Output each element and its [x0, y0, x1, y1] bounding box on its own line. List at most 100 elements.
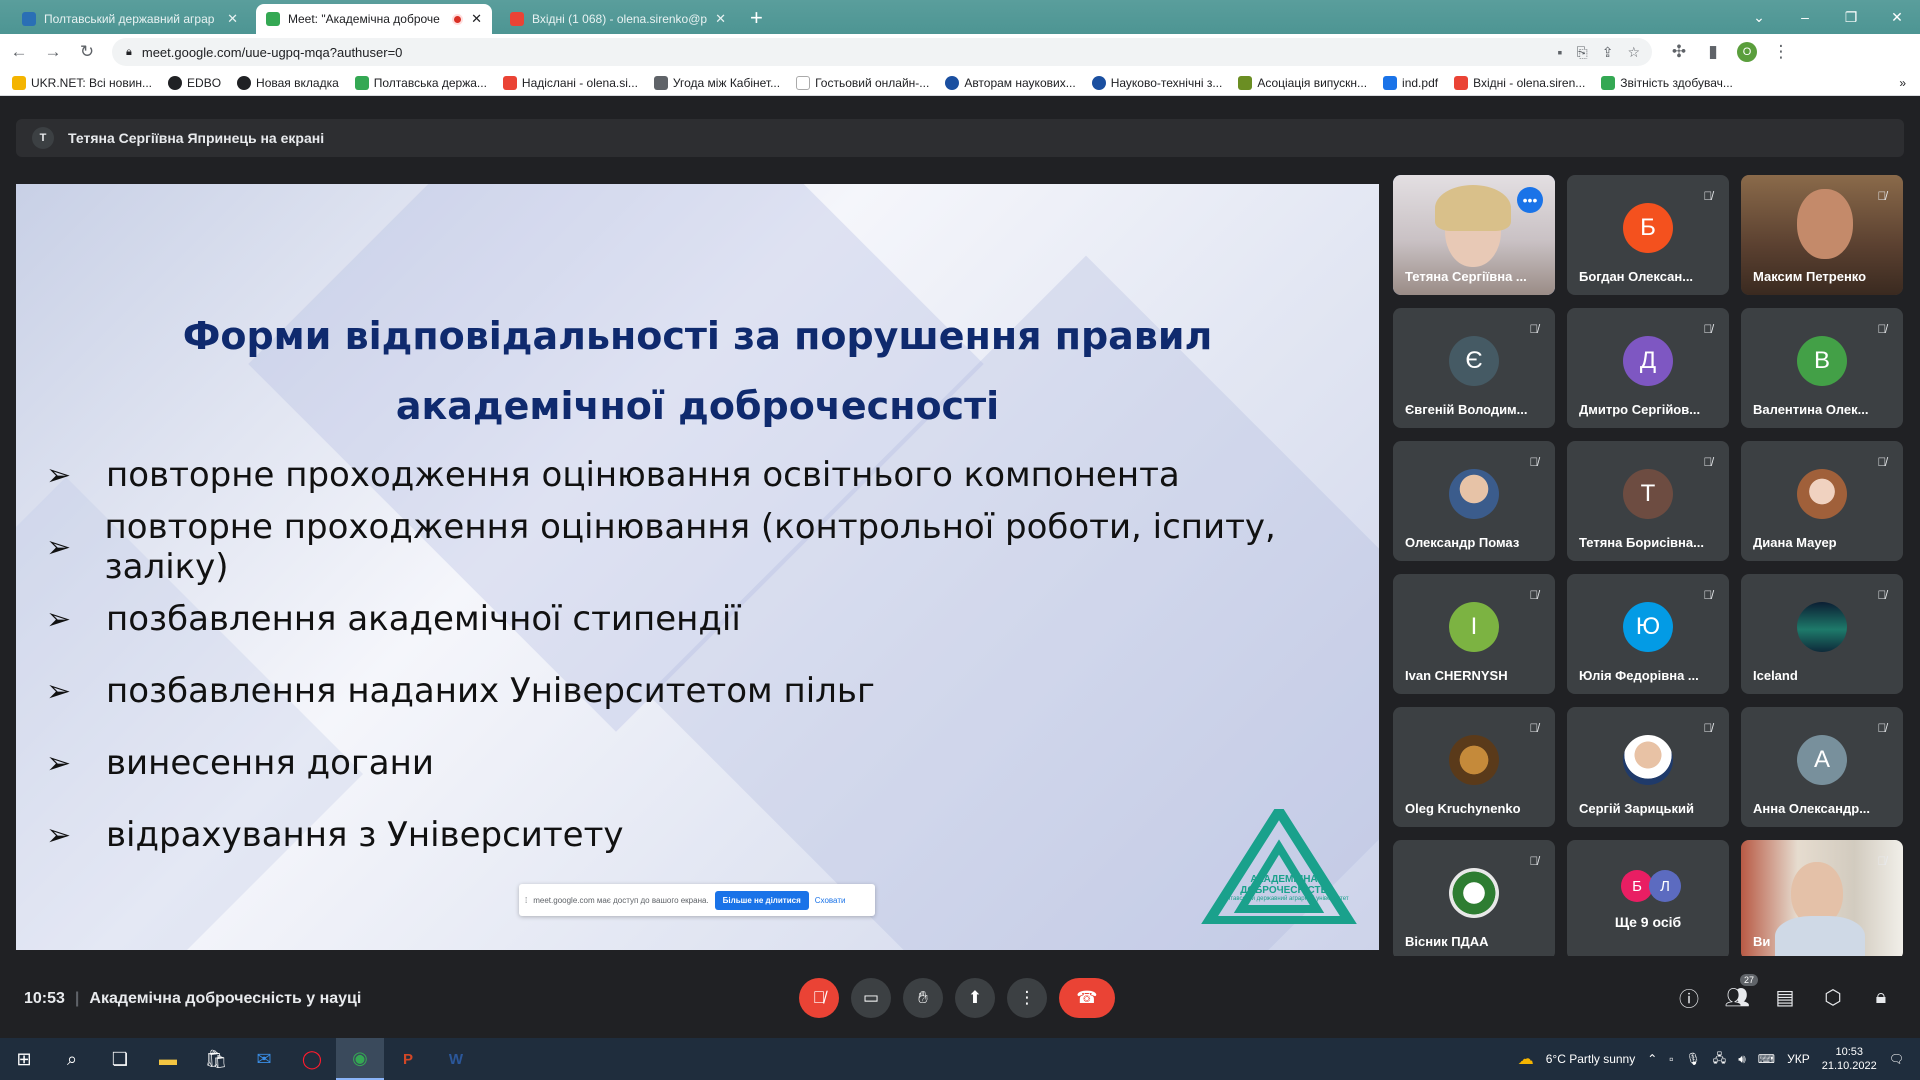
start-windows-icon[interactable]: ⊞ — [0, 1038, 48, 1080]
participant-name: Тетяна Борисівна... — [1579, 535, 1704, 550]
participant-tile[interactable]: 🎙̸ І Ivan CHERNYSH — [1393, 574, 1555, 694]
participant-tile[interactable]: 🎙̸ Iceland — [1741, 574, 1903, 694]
bookmark-item[interactable]: Гостьовий онлайн-... — [796, 75, 929, 90]
tab-meet[interactable]: Meet: "Академічна доброче ✕ — [256, 4, 492, 34]
word-icon[interactable]: W — [432, 1038, 480, 1080]
minimize-button[interactable]: – — [1782, 0, 1828, 34]
powerpoint-icon[interactable]: P — [384, 1038, 432, 1080]
reload-icon[interactable]: ↻ — [72, 37, 102, 67]
file-explorer-icon[interactable]: ▬ — [144, 1038, 192, 1080]
arrow-bullet-icon: ➢ — [46, 601, 72, 637]
url-bar[interactable]: 🔒︎ meet.google.com/uue-ugpq-mqa?authuser… — [112, 38, 1652, 66]
search-icon[interactable]: ⌕ — [48, 1038, 96, 1080]
new-tab-button[interactable]: + — [750, 4, 763, 34]
keyboard-icon[interactable]: ⌨ — [1758, 1052, 1775, 1066]
mic-off-icon: 🎙̸ — [1529, 322, 1539, 336]
participant-tile[interactable]: 🎙̸ Олександр Помаз — [1393, 441, 1555, 561]
translate-icon[interactable]: ⎘ — [1577, 44, 1588, 61]
participant-tile[interactable]: 🎙̸ Д Дмитро Сергійов... — [1567, 308, 1729, 428]
forward-icon[interactable]: → — [38, 37, 68, 67]
self-view-tile[interactable]: 🎙̸ Ви — [1741, 840, 1903, 960]
share-icon[interactable]: ⇪ — [1602, 44, 1614, 61]
divider: | — [74, 990, 80, 1007]
mail-icon[interactable]: ✉ — [240, 1038, 288, 1080]
bookmark-item[interactable]: Надіслані - olena.si... — [502, 75, 638, 90]
participant-tile[interactable]: 🎙̸ Б Богдан Олексан... — [1567, 175, 1729, 295]
participant-tile[interactable]: 🎙̸ Ю Юлія Федорівна ... — [1567, 574, 1729, 694]
bookmark-item[interactable]: Звітність здобувач... — [1601, 75, 1733, 90]
info-icon: ⓘ — [1679, 988, 1699, 1011]
activities-button[interactable]: ⬡ — [1822, 986, 1844, 1009]
bookmark-item[interactable]: Авторам наукових... — [945, 75, 1076, 90]
camera-icon[interactable]: ▪ — [1558, 44, 1563, 61]
host-controls-button[interactable]: 🔒︎ — [1870, 986, 1892, 1008]
bookmark-item[interactable]: Вхідні - olena.siren... — [1454, 75, 1585, 90]
participant-tile[interactable]: 🎙̸ Т Тетяна Борисівна... — [1567, 441, 1729, 561]
hide-notice-button[interactable]: Сховати — [815, 896, 846, 905]
bookmarks-overflow-icon[interactable]: » — [1899, 76, 1920, 90]
extensions-icon[interactable]: ✣ — [1664, 37, 1694, 67]
mic-toggle-button[interactable]: 🎙̸ — [799, 978, 839, 1018]
menu-kebab-icon[interactable]: ⋮ — [1766, 37, 1796, 67]
language-indicator[interactable]: УКР — [1787, 1052, 1810, 1066]
notifications-icon[interactable]: 🗨︎ — [1889, 1052, 1904, 1066]
tab-search-icon[interactable]: ⌄ — [1736, 0, 1782, 34]
weather-icon[interactable]: ☁ — [1518, 1049, 1534, 1069]
tab-gmail[interactable]: Вхідні (1 068) - olena.sirenko@p ✕ — [500, 4, 736, 34]
bookmark-item[interactable]: Новая вкладка — [237, 75, 339, 90]
participant-tile[interactable]: 🎙̸ Сергій Зарицький — [1567, 707, 1729, 827]
present-screen-button[interactable]: ⬆ — [955, 978, 995, 1018]
participant-tile[interactable]: 🎙̸ Вісник ПДАА — [1393, 840, 1555, 960]
task-view-icon[interactable]: ❏ — [96, 1038, 144, 1080]
drag-handle-icon[interactable]: ⁞ — [525, 896, 527, 905]
store-icon[interactable]: 🛍︎ — [192, 1038, 240, 1080]
avatar: І — [1449, 602, 1499, 652]
restore-button[interactable]: ❐ — [1828, 0, 1874, 34]
arrow-bullet-icon: ➢ — [46, 529, 72, 565]
close-tab-icon[interactable]: ✕ — [715, 11, 726, 27]
meeting-details-button[interactable]: ⓘ — [1678, 986, 1700, 1011]
camera-toggle-button[interactable]: ▭ — [851, 978, 891, 1018]
bookmark-item[interactable]: Полтавська держа... — [354, 75, 487, 90]
participant-tile[interactable]: ••• Тетяна Сергіївна ... — [1393, 175, 1555, 295]
bookmark-item[interactable]: ind.pdf — [1383, 75, 1438, 90]
lock-icon[interactable]: 🔒︎ — [126, 46, 132, 59]
close-tab-icon[interactable]: ✕ — [471, 11, 482, 27]
more-participants-tile[interactable]: Б Л Ще 9 осіб — [1567, 840, 1729, 960]
chrome-icon[interactable]: ◉ — [336, 1038, 384, 1080]
network-icon[interactable]: 🖧︎ — [1713, 1049, 1726, 1070]
participant-tile[interactable]: 🎙̸ В Валентина Олек... — [1741, 308, 1903, 428]
stop-sharing-button[interactable]: Більше не ділитися — [714, 890, 809, 910]
bookmark-item[interactable]: Угода між Кабінет... — [653, 75, 780, 90]
participant-tile[interactable]: 🎙̸ Диана Мауер — [1741, 441, 1903, 561]
back-icon[interactable]: ← — [4, 37, 34, 67]
meeting-title: Академічна доброчесність у науці — [89, 990, 362, 1007]
tray-overflow-icon[interactable]: ⌃ — [1647, 1052, 1657, 1066]
people-button[interactable]: 👥︎ 27 — [1724, 974, 1758, 1009]
sidepanel-icon[interactable]: ▮ — [1698, 37, 1728, 67]
participant-tile[interactable]: 🎙̸ Є Євгеній Володим... — [1393, 308, 1555, 428]
bookmark-item[interactable]: Асоціація випускн... — [1238, 75, 1367, 90]
profile-button[interactable]: O — [1732, 37, 1762, 67]
bookmark-item[interactable]: EDBO — [168, 75, 221, 90]
chat-button[interactable]: ▤ — [1774, 986, 1796, 1009]
bookmark-item[interactable]: Науково-технічні з... — [1091, 75, 1222, 90]
opera-icon[interactable]: ◯ — [288, 1038, 336, 1080]
close-tab-icon[interactable]: ✕ — [227, 11, 238, 27]
volume-icon[interactable]: 🔊︎ — [1738, 1052, 1746, 1067]
leave-call-button[interactable]: ☎ — [1059, 978, 1115, 1018]
close-window-button[interactable]: ✕ — [1874, 0, 1920, 34]
more-options-icon[interactable]: ••• — [1517, 187, 1543, 213]
participant-tile[interactable]: 🎙̸ А Анна Олександр... — [1741, 707, 1903, 827]
tab-pdaa[interactable]: Полтавський державний аграр ✕ — [12, 4, 248, 34]
more-options-button[interactable]: ⋮ — [1007, 978, 1047, 1018]
clock[interactable]: 10:53 21.10.2022 — [1822, 1045, 1877, 1073]
participant-tile[interactable]: 🎙̸ Максим Петренко — [1741, 175, 1903, 295]
meet-tray-icon[interactable]: ▫ — [1669, 1052, 1673, 1066]
raise-hand-button[interactable]: ✋︎ — [903, 978, 943, 1018]
bookmark-star-icon[interactable]: ☆ — [1627, 44, 1640, 61]
bookmark-item[interactable]: UKR.NET: Всі новин... — [12, 75, 152, 90]
participant-tile[interactable]: 🎙̸ Oleg Kruchynenko — [1393, 707, 1555, 827]
weather-text[interactable]: 6°C Partly sunny — [1546, 1052, 1636, 1066]
microphone-icon[interactable]: 🎙︎ — [1686, 1052, 1701, 1066]
